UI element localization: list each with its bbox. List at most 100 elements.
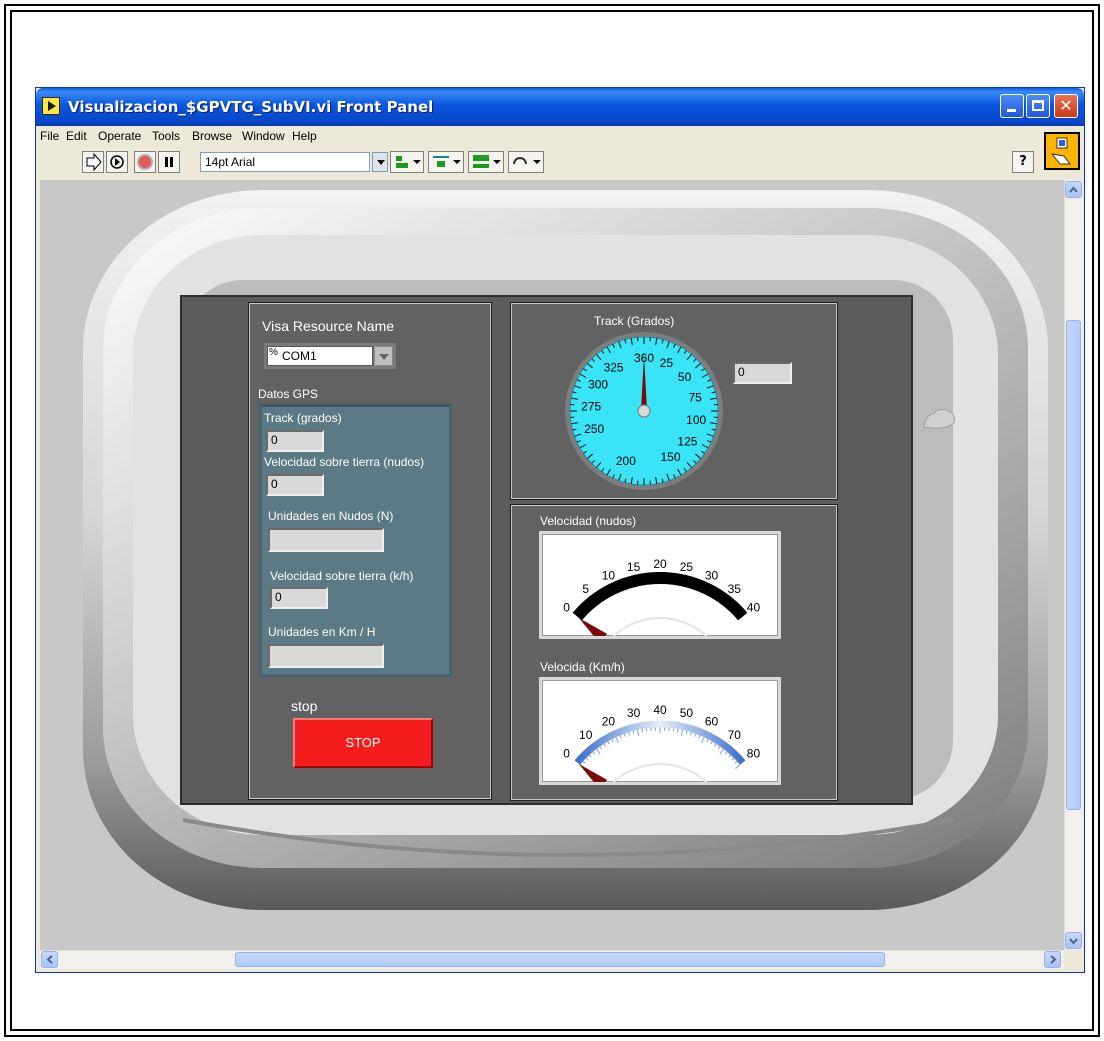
kmh-tick-mark — [698, 735, 701, 739]
menu-operate[interactable]: Operate — [98, 129, 141, 143]
knots-tick-mark — [693, 589, 696, 594]
stop-button[interactable]: STOP — [293, 718, 433, 768]
knots-tick-mark — [604, 599, 608, 603]
vi-connector-icon[interactable] — [1044, 132, 1080, 170]
menu-file[interactable]: File — [40, 129, 59, 143]
knots-tick-mark — [723, 607, 726, 611]
knots-tick-mark — [733, 620, 739, 625]
menu-window[interactable]: Window — [242, 129, 285, 143]
knots-tick-mark — [685, 587, 687, 591]
knots-tick-mark — [587, 613, 591, 617]
pause-button[interactable] — [158, 151, 180, 173]
track-tick-label: 100 — [686, 413, 706, 427]
knots-tick-mark — [633, 587, 635, 591]
scroll-right-button[interactable] — [1044, 951, 1061, 968]
knots-tick-mark — [590, 610, 594, 614]
kmh-tick-label: 50 — [680, 706, 694, 720]
menu-help[interactable]: Help — [292, 129, 317, 143]
track-grados-label: Track (grados) — [264, 411, 342, 425]
horizontal-scrollbar[interactable] — [40, 950, 1064, 969]
kmh-tick-mark — [694, 733, 697, 737]
visa-dropdown-button[interactable] — [374, 346, 393, 366]
track-gauge-readout: 0 — [733, 362, 792, 384]
kmh-tick-label: 30 — [627, 706, 641, 720]
kmh-tick-mark — [719, 748, 725, 755]
scroll-up-button[interactable] — [1065, 181, 1082, 198]
context-help-button[interactable]: ? — [1012, 151, 1034, 173]
kmh-tick-mark — [582, 761, 586, 764]
menu-browse[interactable]: Browse — [192, 129, 232, 143]
abort-button[interactable] — [134, 151, 156, 173]
track-gauge-label: Track (Grados) — [594, 314, 675, 328]
visa-resource-value: COM1 — [282, 349, 317, 363]
menu-tools[interactable]: Tools — [152, 129, 180, 143]
stop-label: stop — [291, 698, 318, 714]
visa-resource-field[interactable]: % COM1 — [267, 346, 373, 366]
track-tick-label: 300 — [588, 378, 608, 392]
kmh-tick-mark — [735, 764, 741, 770]
kmh-tick-mark — [636, 729, 640, 736]
units-knots-indicator — [268, 528, 384, 552]
labview-app-icon — [42, 97, 60, 115]
kmh-tick-mark — [595, 748, 601, 755]
run-continuously-button[interactable] — [106, 151, 128, 173]
kmh-tick-mark — [734, 761, 738, 764]
knots-tick-mark — [601, 602, 604, 606]
scroll-left-button[interactable] — [41, 951, 58, 968]
knots-tick-label: 5 — [582, 582, 589, 596]
kmh-tick-mark — [717, 746, 721, 750]
kmh-needle — [578, 763, 608, 790]
pause-icon — [165, 157, 173, 167]
toolbar: 14pt Arial ? — [36, 146, 1084, 180]
speed-kmh-label: Velocidad sobre tierra (k/h) — [270, 569, 414, 583]
track-compass-gauge: 255075100125150200250275300325360 — [565, 332, 723, 490]
horizontal-scroll-thumb[interactable] — [235, 952, 885, 967]
knots-tick-mark — [641, 585, 644, 589]
track-tick-label: 250 — [584, 422, 604, 436]
kmh-tick-mark — [690, 732, 692, 736]
distribute-icon — [433, 156, 461, 167]
menu-bar: File Edit Operate Tools Browse Window He… — [36, 126, 1084, 146]
knots-tick-mark — [637, 586, 640, 593]
track-gauge-hub — [637, 404, 651, 418]
track-tick-label: 275 — [581, 399, 601, 413]
vertical-scroll-thumb[interactable] — [1066, 320, 1081, 810]
visa-resource-control[interactable]: % COM1 — [264, 343, 396, 369]
knots-tick-label: 40 — [747, 601, 761, 615]
kmh-tick-label: 0 — [563, 747, 570, 761]
knots-tick-mark — [689, 588, 692, 592]
knots-tick-mark — [697, 591, 700, 595]
distribute-objects-button[interactable] — [428, 151, 464, 173]
knots-tick-mark — [712, 599, 716, 603]
scroll-down-button[interactable] — [1065, 932, 1082, 949]
reorder-button[interactable] — [508, 151, 544, 173]
units-kmh-indicator — [268, 644, 384, 668]
align-objects-button[interactable] — [390, 151, 424, 173]
kmh-tick-mark — [685, 730, 688, 735]
menu-edit[interactable]: Edit — [66, 129, 87, 143]
knots-tick-mark — [726, 610, 730, 614]
knots-tick-mark — [594, 607, 597, 611]
kmh-meter: 0 10 20 30 40 50 60 70 80 — [563, 703, 760, 790]
kmh-tick-mark — [623, 733, 626, 737]
kmh-tick-mark — [589, 754, 592, 758]
font-select[interactable]: 14pt Arial — [200, 152, 370, 172]
track-tick-label: 50 — [678, 370, 692, 384]
chevron-left-icon — [46, 955, 53, 964]
close-button[interactable]: ✕ — [1054, 94, 1078, 118]
resize-icon — [473, 155, 501, 168]
kmh-tick-mark — [724, 751, 728, 755]
font-dropdown-button[interactable] — [372, 152, 388, 172]
kmh-tick-mark — [731, 757, 735, 761]
resize-objects-button[interactable] — [468, 151, 504, 173]
title-bar[interactable]: Visualizacion_$GPVTG_SubVI.vi Front Pane… — [36, 88, 1084, 126]
knots-inner-arc — [607, 617, 713, 643]
kmh-tick-mark — [585, 757, 589, 761]
vertical-scrollbar[interactable] — [1064, 180, 1083, 950]
minimize-button[interactable] — [1000, 94, 1024, 118]
maximize-button[interactable] — [1026, 94, 1050, 118]
kmh-tick-label: 10 — [579, 728, 593, 742]
kmh-tick-mark — [599, 746, 603, 750]
run-button[interactable] — [82, 151, 104, 173]
visa-resource-label: Visa Resource Name — [262, 318, 395, 334]
